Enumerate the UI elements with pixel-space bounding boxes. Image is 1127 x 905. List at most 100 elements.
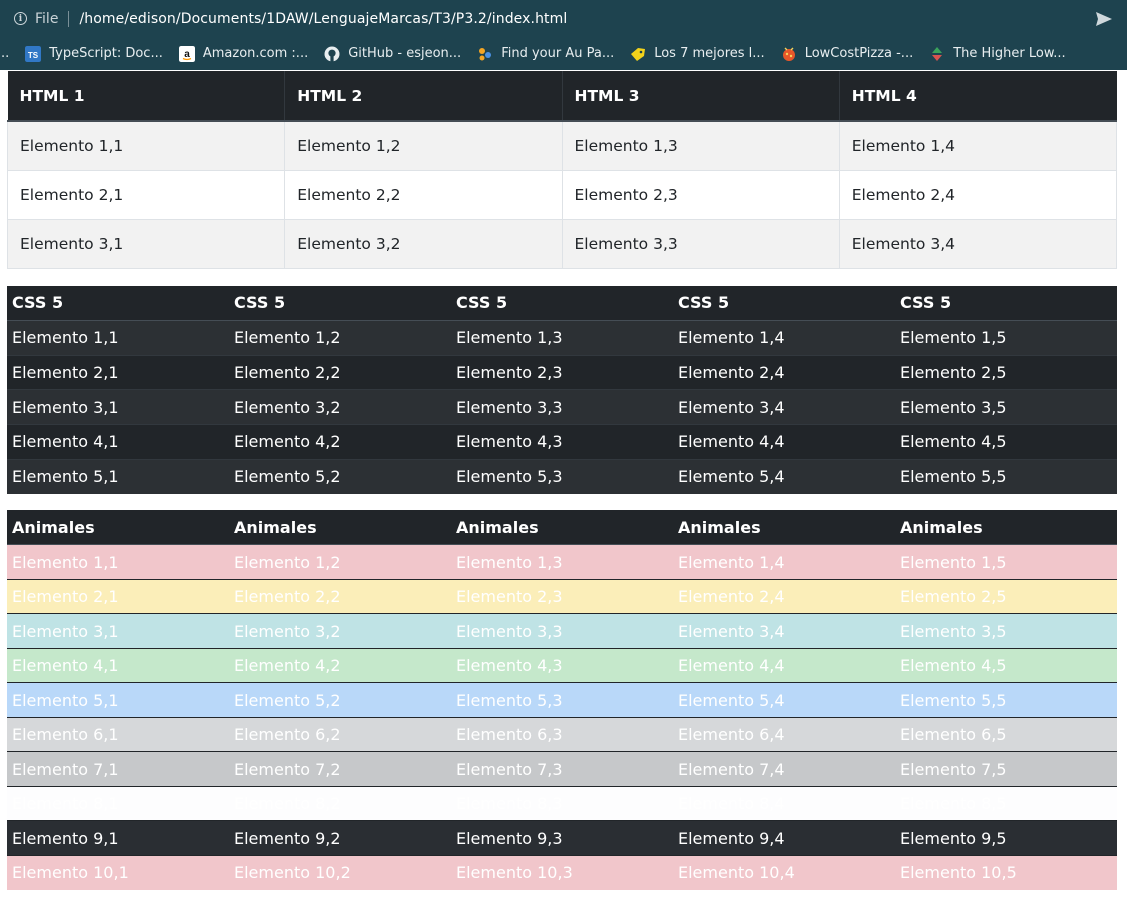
table-header-row: CSS 5 CSS 5 CSS 5 CSS 5 CSS 5 [7, 285, 1117, 321]
table-cell: Elemento 4,5 [895, 424, 1117, 460]
bookmark-pizza[interactable]: LowCostPizza -... [781, 46, 913, 62]
table-cell: Elemento 2,1 [7, 578, 229, 614]
table-cell: Elemento 8,4 [673, 785, 895, 821]
github-icon [324, 46, 340, 61]
table-cell: Elemento 2,5 [895, 354, 1117, 390]
bookmark-aupair[interactable]: Find your Au Pa... [477, 46, 614, 62]
table-cell: Elemento 2,3 [561, 169, 840, 220]
column-header: CSS 5 [229, 285, 451, 321]
table-cell: Elemento 10,2 [229, 854, 451, 890]
table-cell: Elemento 5,2 [229, 682, 451, 718]
table-cell: Elemento 1,2 [229, 544, 451, 580]
info-icon[interactable]: i [14, 12, 27, 25]
table-cell: Elemento 8,1 [7, 785, 229, 821]
column-header: HTML 1 [7, 71, 286, 122]
table-row: Elemento 4,1 Elemento 4,2 Elemento 4,3 E… [7, 424, 1117, 460]
table-cell: Elemento 5,5 [895, 458, 1117, 494]
table-row: Elemento 8,1 Elemento 8,2 Elemento 8,3 E… [7, 785, 1117, 821]
table-cell: Elemento 5,5 [895, 682, 1117, 718]
table-cell: Elemento 10,5 [895, 854, 1117, 890]
animals-table: Animales Animales Animales Animales Anim… [7, 509, 1117, 890]
bookmark-amazon[interactable]: a Amazon.com :... [178, 45, 308, 62]
table-row: Elemento 6,1 Elemento 6,2 Elemento 6,3 E… [7, 716, 1117, 752]
table-cell: Elemento 3,3 [451, 613, 673, 649]
column-header: CSS 5 [673, 285, 895, 321]
table-cell: Elemento 1,2 [229, 320, 451, 356]
table-cell: Elemento 7,2 [229, 751, 451, 787]
table-cell: Elemento 2,2 [284, 169, 563, 220]
table-cell: Elemento 5,4 [673, 458, 895, 494]
table-cell: Elemento 1,1 [7, 320, 229, 356]
bookmarks-bar: .. TS TypeScript: Doc... a Amazon.com :.… [0, 37, 1127, 70]
table-cell: Elemento 7,5 [895, 751, 1117, 787]
table-row: Elemento 1,1 Elemento 1,2 Elemento 1,3 E… [7, 320, 1117, 356]
column-header: HTML 4 [839, 71, 1117, 122]
table-cell: Elemento 4,4 [673, 647, 895, 683]
table-row: Elemento 9,1 Elemento 9,2 Elemento 9,3 E… [7, 820, 1117, 856]
column-header: Animales [229, 509, 451, 546]
url-input[interactable]: /home/edison/Documents/1DAW/LenguajeMarc… [79, 11, 1095, 27]
table-cell: Elemento 10,3 [451, 854, 673, 890]
table-cell: Elemento 9,4 [673, 820, 895, 856]
table-cell: Elemento 1,5 [895, 544, 1117, 580]
table-cell: Elemento 5,4 [673, 682, 895, 718]
table-cell: Elemento 10,1 [7, 854, 229, 890]
bookmark-typescript[interactable]: TS TypeScript: Doc... [25, 45, 163, 62]
table-cell: Elemento 5,1 [7, 682, 229, 718]
bookmark-label: TypeScript: Doc... [49, 46, 163, 61]
table-row: Elemento 3,1 Elemento 3,2 Elemento 3,3 E… [7, 613, 1117, 649]
bookmark-mejores[interactable]: Los 7 mejores l... [630, 46, 765, 62]
table-cell: Elemento 1,1 [7, 544, 229, 580]
table-cell: Elemento 4,4 [673, 424, 895, 460]
table-cell: Elemento 3,1 [6, 218, 286, 269]
table-cell: Elemento 5,3 [451, 682, 673, 718]
table-cell: Elemento 3,1 [7, 389, 229, 425]
table-row: Elemento 4,1 Elemento 4,2 Elemento 4,3 E… [7, 647, 1117, 683]
bookmark-label: The Higher Low... [953, 46, 1066, 61]
pizza-icon [782, 47, 795, 61]
bookmark-higherlower[interactable]: The Higher Low... [929, 46, 1066, 62]
table-row: Elemento 2,1 Elemento 2,2 Elemento 2,3 E… [7, 354, 1117, 390]
table-cell: Elemento 4,1 [7, 647, 229, 683]
svg-text:a: a [184, 49, 190, 60]
table-header-row: Animales Animales Animales Animales Anim… [7, 509, 1117, 546]
address-bar: i File /home/edison/Documents/1DAW/Lengu… [0, 0, 1127, 37]
table-row: Elemento 1,1 Elemento 1,2 Elemento 1,3 E… [7, 544, 1117, 580]
column-header: Animales [895, 509, 1117, 546]
table-cell: Elemento 1,4 [838, 120, 1118, 171]
table-cell: Elemento 4,1 [7, 424, 229, 460]
updown-icon [932, 46, 943, 61]
table-cell: Elemento 4,3 [451, 647, 673, 683]
table-cell: Elemento 5,2 [229, 458, 451, 494]
table-cell: Elemento 7,1 [7, 751, 229, 787]
table-cell: Elemento 3,5 [895, 389, 1117, 425]
table-cell: Elemento 4,2 [229, 647, 451, 683]
table-row: Elemento 1,1 Elemento 1,2 Elemento 1,3 E… [6, 120, 1118, 171]
bookmark-github[interactable]: GitHub - esjeon... [324, 46, 461, 62]
bookmark-label: Find your Au Pa... [501, 46, 615, 61]
divider [68, 10, 70, 27]
table-cell: Elemento 2,4 [673, 354, 895, 390]
table-cell: Elemento 6,3 [451, 716, 673, 752]
table-cell: Elemento 3,3 [451, 389, 673, 425]
column-header: CSS 5 [7, 285, 229, 321]
column-header: CSS 5 [895, 285, 1117, 321]
svg-text:TS: TS [28, 51, 39, 60]
table-cell: Elemento 5,1 [7, 458, 229, 494]
bookmarks-overflow[interactable]: .. [1, 46, 9, 61]
table-cell: Elemento 1,3 [561, 120, 840, 171]
table-cell: Elemento 1,5 [895, 320, 1117, 356]
table-cell: Elemento 1,2 [284, 120, 563, 171]
send-icon[interactable] [1095, 11, 1113, 27]
html-table: HTML 1 HTML 2 HTML 3 HTML 4 Elemento 1,1… [6, 71, 1118, 269]
table-cell: Elemento 6,4 [673, 716, 895, 752]
table-cell: Elemento 2,1 [6, 169, 286, 220]
table-cell: Elemento 1,4 [673, 320, 895, 356]
table-cell: Elemento 9,1 [7, 820, 229, 856]
table-cell: Elemento 1,3 [451, 544, 673, 580]
table-cell: Elemento 8,5 [895, 785, 1117, 821]
table-cell: Elemento 8,2 [229, 785, 451, 821]
table-cell: Elemento 8,3 [451, 785, 673, 821]
page-content: HTML 1 HTML 2 HTML 3 HTML 4 Elemento 1,1… [0, 71, 1127, 890]
table-cell: Elemento 6,2 [229, 716, 451, 752]
